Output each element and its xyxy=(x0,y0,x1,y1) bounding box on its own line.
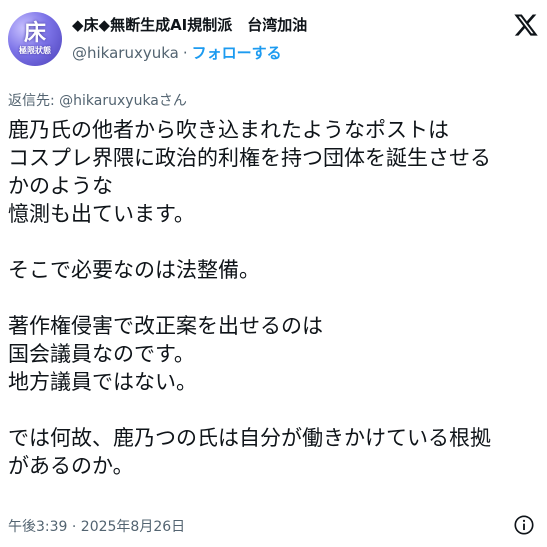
follow-button[interactable]: フォローする xyxy=(192,44,282,62)
x-logo-icon[interactable] xyxy=(513,12,539,38)
tweet-line: では何故、鹿乃つの氏は自分が働きかけている根拠 xyxy=(8,426,491,450)
avatar-subtext: 極限狀態 xyxy=(19,45,51,55)
avatar-text: 床 xyxy=(23,20,46,46)
author-handle-row: @hikaruxyuka · フォローする xyxy=(72,42,282,63)
tweet-line: 鹿乃氏の他者から吹き込まれたようなポストは xyxy=(8,118,449,142)
author-handle[interactable]: @hikaruxyuka xyxy=(72,44,179,62)
tweet-line: 地方議員ではない。 xyxy=(8,370,197,394)
info-icon[interactable] xyxy=(513,514,535,536)
tweet-line: があるのか。 xyxy=(8,454,134,478)
tweet-line: コスプレ界隈に政治的利権を持つ団体を誕生させる xyxy=(8,146,491,170)
tweet-line: 国会議員なのです。 xyxy=(8,342,195,366)
tweet-line: かのような xyxy=(8,174,113,198)
tweet-line: 著作権侵害で改正案を出せるのは xyxy=(8,314,323,338)
reply-to-label: 返信先: @hikaruxyukaさん xyxy=(8,93,187,109)
author-display-name[interactable]: ◆床◆無断生成AI規制派 台湾加油 xyxy=(72,14,307,35)
tweet-line: そこで必要なのは法整備。 xyxy=(8,258,260,282)
tweet-timestamp[interactable]: 午後3:39 · 2025年8月26日 xyxy=(8,516,185,536)
avatar[interactable]: 床 極限狀態 xyxy=(8,12,62,66)
separator-dot: · xyxy=(182,44,188,62)
tweet-line: 憶測も出ています。 xyxy=(8,202,195,226)
tweet-header: 床 極限狀態 ◆床◆無断生成AI規制派 台湾加油 @hikaruxyuka · フォ… xyxy=(0,0,547,80)
tweet-text: 鹿乃氏の他者から吹き込まれたようなポストはコスプレ界隈に政治的利権を持つ団体を誕… xyxy=(8,116,540,480)
